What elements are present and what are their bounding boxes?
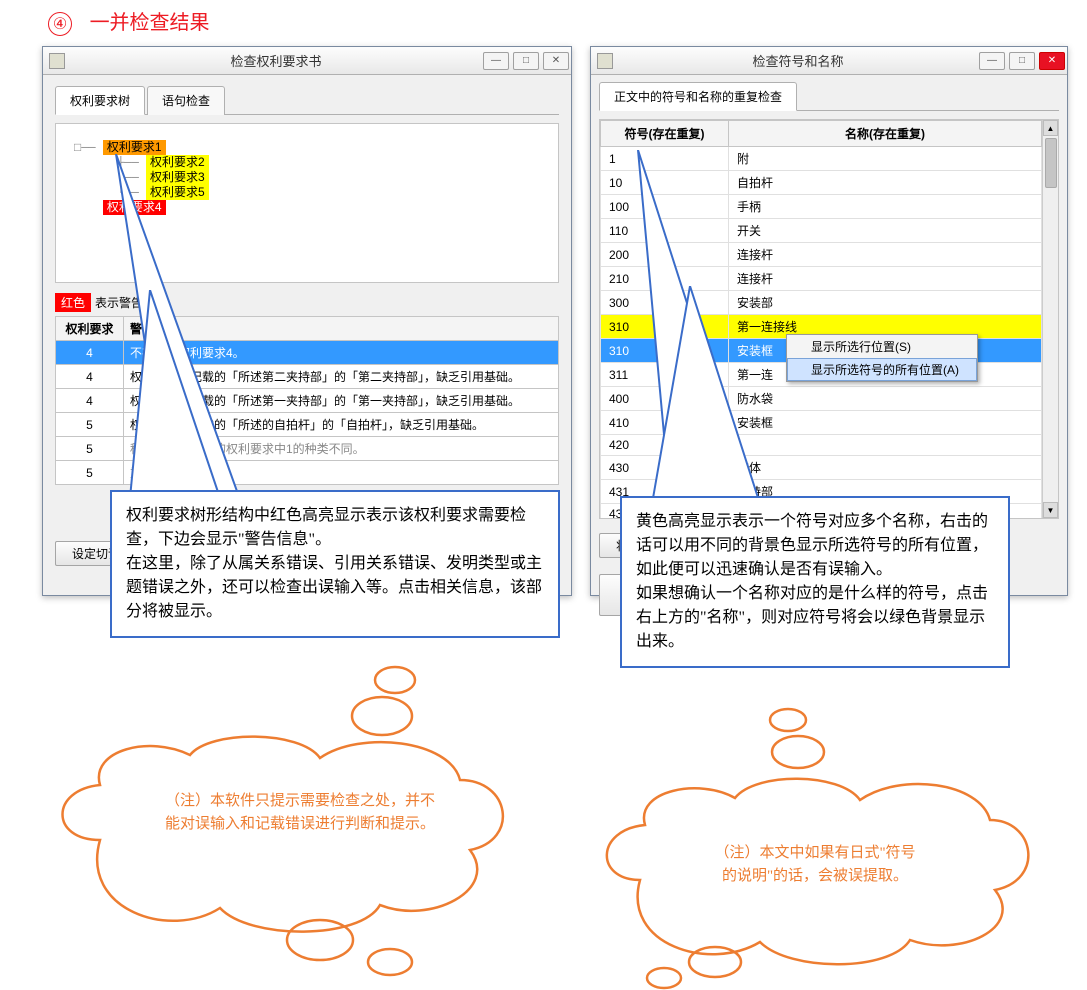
step-header: ④ 一并检查结果: [48, 6, 210, 36]
step-title: 一并检查结果: [90, 12, 210, 34]
cloud-right-shape: [560, 690, 1070, 990]
close-button[interactable]: ✕: [1039, 52, 1065, 70]
app-icon: [49, 53, 65, 69]
titlebar: 检查权利要求书 — □ ✕: [43, 47, 571, 75]
legend-chip-red: 红色: [55, 293, 91, 312]
col-name[interactable]: 名称(存在重复): [729, 121, 1042, 147]
tab-duplicate-check[interactable]: 正文中的符号和名称的重复检查: [599, 82, 797, 111]
callout-pointer-right2: [640, 286, 840, 516]
close-button[interactable]: ✕: [543, 52, 569, 70]
scroll-down-button[interactable]: ▼: [1043, 502, 1058, 518]
titlebar: 检查符号和名称 — □ ✕: [591, 47, 1067, 75]
scroll-thumb[interactable]: [1045, 138, 1057, 188]
tab-claims-tree[interactable]: 权利要求树: [55, 86, 145, 115]
scrollbar[interactable]: ▲ ▼: [1042, 120, 1058, 518]
maximize-button[interactable]: □: [513, 52, 539, 70]
minimize-button[interactable]: —: [979, 52, 1005, 70]
scroll-up-button[interactable]: ▲: [1043, 120, 1058, 136]
cloud-note-right: （注）本文中如果有日式"符号的说明"的话，会被误提取。: [665, 842, 965, 887]
tree-node[interactable]: □── 权利要求1: [74, 140, 540, 155]
app-icon: [597, 53, 613, 69]
maximize-button[interactable]: □: [1009, 52, 1035, 70]
window-title: 检查权利要求书: [71, 51, 481, 70]
tabs: 权利要求树 语句检查: [55, 85, 559, 115]
step-number: ④: [48, 12, 72, 36]
callout-right: 黄色高亮显示表示一个符号对应多个名称，右击的话可以用不同的背景色显示所选符号的所…: [620, 496, 1010, 668]
claim-tag[interactable]: 权利要求1: [103, 140, 166, 155]
minimize-button[interactable]: —: [483, 52, 509, 70]
callout-pointer-left2: [110, 290, 310, 510]
col-symbol[interactable]: 符号(存在重复): [601, 121, 729, 147]
window-title: 检查符号和名称: [619, 51, 977, 70]
tab-sentence-check[interactable]: 语句检查: [147, 86, 225, 115]
callout-left: 权利要求树形结构中红色高亮显示表示该权利要求需要检查，下边会显示"警告信息"。在…: [110, 490, 560, 638]
cloud-note-left: （注）本软件只提示需要检查之处，并不能对误输入和记载错误进行判断和提示。: [125, 790, 475, 835]
